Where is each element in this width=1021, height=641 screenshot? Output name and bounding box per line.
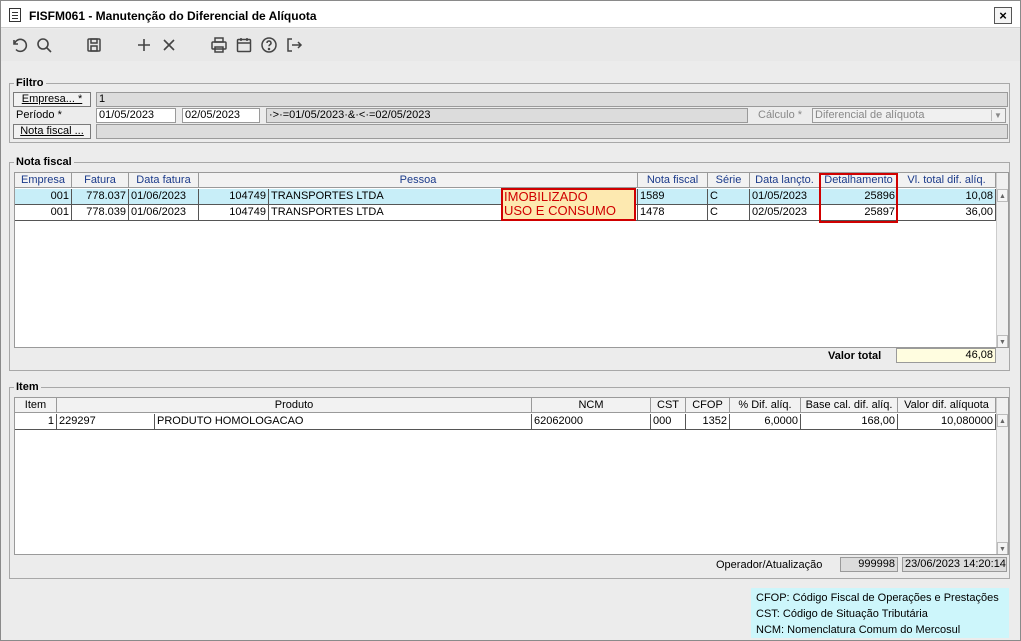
nota-fiscal-group: Nota fiscal Empresa Fatura Data fatura P… — [9, 156, 1010, 371]
cell-ncm[interactable]: 62062000 — [532, 414, 651, 430]
cell-vl-total[interactable]: 36,00 — [898, 205, 996, 221]
cell-nota-fiscal[interactable]: 1589 — [638, 189, 708, 205]
nota-fiscal-scrollbar[interactable]: ▲ ▼ — [996, 173, 1008, 347]
col-item[interactable]: Item — [15, 398, 57, 413]
save-icon[interactable] — [84, 35, 104, 55]
item-table: Item Produto NCM CST CFOP % Dif. alíq. B… — [14, 397, 1009, 555]
search-icon[interactable] — [34, 35, 54, 55]
cell-data-lancto[interactable]: 01/05/2023 — [750, 189, 820, 205]
filtro-group: Filtro Empresa... * 1 Período * 01/05/20… — [9, 77, 1010, 143]
col-fatura[interactable]: Fatura — [72, 173, 129, 188]
annotation-imobilizado: IMOBILIZADO — [504, 189, 588, 204]
nota-fiscal-legend: Nota fiscal — [14, 156, 74, 168]
cell-pessoa-codigo[interactable]: 104749 — [199, 205, 269, 221]
periodo-label: Período * — [16, 109, 62, 121]
scroll-down-icon[interactable]: ▼ — [997, 335, 1008, 347]
col-vl-total[interactable]: Vl. total dif. alíq. — [898, 173, 996, 188]
item-scrollbar[interactable]: ▲ ▼ — [996, 398, 1008, 554]
col-base-calc[interactable]: Base cal. dif. alíq. — [801, 398, 898, 413]
item-group: Item Item Produto NCM CST CFOP % Dif. al… — [9, 381, 1010, 579]
valor-total-field: 46,08 — [896, 348, 996, 363]
col-pessoa[interactable]: Pessoa — [199, 173, 638, 188]
cell-empresa[interactable]: 001 — [15, 189, 72, 205]
help-icon[interactable] — [259, 35, 279, 55]
main-window: FISFM061 - Manutenção do Diferencial de … — [0, 0, 1021, 641]
nota-fiscal-table: Empresa Fatura Data fatura Pessoa Nota f… — [14, 172, 1009, 348]
legend-cfop: CFOP: Código Fiscal de Operações e Prest… — [756, 592, 999, 604]
operador-label: Operador/Atualização — [716, 559, 823, 571]
col-produto[interactable]: Produto — [57, 398, 532, 413]
col-serie[interactable]: Série — [708, 173, 750, 188]
cell-vl-total[interactable]: 10,08 — [898, 189, 996, 205]
legend-ncm: NCM: Nomenclatura Comum do Mercosul — [756, 624, 961, 636]
col-empresa[interactable]: Empresa — [15, 173, 72, 188]
undo-icon[interactable] — [9, 35, 29, 55]
cell-data-lancto[interactable]: 02/05/2023 — [750, 205, 820, 221]
scroll-down-icon[interactable]: ▼ — [997, 542, 1008, 554]
chevron-down-icon[interactable]: ▼ — [991, 110, 1004, 121]
cell-cfop[interactable]: 1352 — [686, 414, 730, 430]
col-data-lancto[interactable]: Data lançto. — [750, 173, 820, 188]
cell-data-fatura[interactable]: 01/06/2023 — [129, 205, 199, 221]
print-icon[interactable] — [209, 35, 229, 55]
cell-fatura[interactable]: 778.039 — [72, 205, 129, 221]
nota-fiscal-field[interactable] — [96, 124, 1008, 139]
cell-data-fatura[interactable]: 01/06/2023 — [129, 189, 199, 205]
cell-pct-dif-aliq[interactable]: 6,0000 — [730, 414, 801, 430]
scroll-up-icon[interactable]: ▲ — [997, 414, 1008, 427]
empresa-field[interactable]: 1 — [96, 92, 1008, 107]
cell-item[interactable]: 1 — [15, 414, 57, 430]
atualizacao-field: 23/06/2023 14:20:14 — [902, 557, 1007, 572]
operador-field: 999998 — [840, 557, 898, 572]
cell-valor-dif[interactable]: 10,080000 — [898, 414, 996, 430]
cell-pessoa-codigo[interactable]: 104749 — [199, 189, 269, 205]
periodo-start-field[interactable]: 01/05/2023 — [96, 108, 176, 123]
calculo-label: Cálculo * — [758, 109, 803, 121]
add-icon[interactable] — [134, 35, 154, 55]
abbreviations-legend: CFOP: Código Fiscal de Operações e Prest… — [751, 588, 1009, 638]
cell-produto-codigo[interactable]: 229297 — [57, 414, 155, 430]
col-cst[interactable]: CST — [651, 398, 686, 413]
cell-cst[interactable]: 000 — [651, 414, 686, 430]
col-data-fatura[interactable]: Data fatura — [129, 173, 199, 188]
periodo-end-field[interactable]: 02/05/2023 — [182, 108, 260, 123]
item-legend: Item — [14, 381, 41, 393]
periodo-expression: ·>·=01/05/2023·&·<·=02/05/2023 — [266, 108, 748, 123]
col-cfop[interactable]: CFOP — [686, 398, 730, 413]
nota-fiscal-button[interactable]: Nota fiscal ... — [13, 124, 91, 139]
col-pct-dif-aliq[interactable]: % Dif. alíq. — [730, 398, 801, 413]
calculo-select[interactable]: Diferencial de alíquota ▼ — [812, 108, 1006, 123]
cell-produto-nome[interactable]: PRODUTO HOMOLOGACAO — [155, 414, 532, 430]
toolbar — [1, 29, 1020, 61]
title-bar: FISFM061 - Manutenção do Diferencial de … — [1, 1, 1020, 28]
exit-icon[interactable] — [284, 35, 304, 55]
col-ncm[interactable]: NCM — [532, 398, 651, 413]
legend-cst: CST: Código de Situação Tributária — [756, 608, 928, 620]
cell-empresa[interactable]: 001 — [15, 205, 72, 221]
annotation-uso-consumo: USO E CONSUMO — [504, 203, 616, 218]
close-button[interactable]: × — [994, 7, 1012, 24]
cell-nota-fiscal[interactable]: 1478 — [638, 205, 708, 221]
delete-icon[interactable] — [159, 35, 179, 55]
document-icon — [9, 8, 21, 22]
col-valor-dif[interactable]: Valor dif. alíquota — [898, 398, 996, 413]
col-nota-fiscal[interactable]: Nota fiscal — [638, 173, 708, 188]
cell-base-calc[interactable]: 168,00 — [801, 414, 898, 430]
valor-total-label: Valor total — [828, 350, 882, 362]
calendar-icon[interactable] — [234, 35, 254, 55]
empresa-button[interactable]: Empresa... * — [13, 92, 91, 107]
cell-serie[interactable]: C — [708, 189, 750, 205]
cell-serie[interactable]: C — [708, 205, 750, 221]
window-title: FISFM061 - Manutenção do Diferencial de … — [29, 9, 317, 23]
annotation-box: IMOBILIZADO USO E CONSUMO — [501, 188, 636, 221]
scroll-up-icon[interactable]: ▲ — [997, 189, 1008, 202]
cell-fatura[interactable]: 778.037 — [72, 189, 129, 205]
detalhamento-highlight — [819, 173, 898, 223]
filtro-legend: Filtro — [14, 77, 46, 89]
